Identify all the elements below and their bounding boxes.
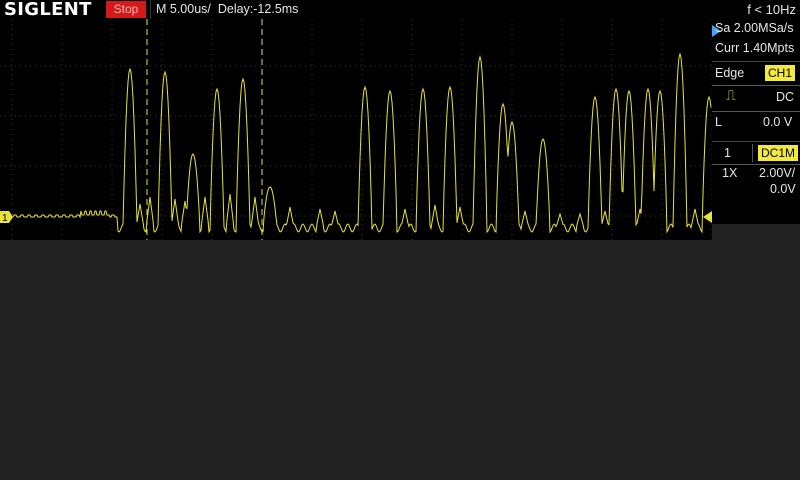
run-stop-indicator[interactable]: Stop <box>106 1 146 18</box>
timebase-value: M 5.00us/ <box>156 2 211 16</box>
top-status-bar: SIGLENT Stop M 5.00us/ Delay:-12.5ms f <… <box>0 0 800 19</box>
right-info-panel: Sa 2.00MSa/s Curr 1.40Mpts Edge CH1 ⎍ DC… <box>712 19 800 224</box>
ch1-marker-label: 1 <box>2 213 8 224</box>
trigger-level-marker <box>703 211 712 223</box>
probe-attenuation: 1X <box>722 166 738 180</box>
trigger-mode: L <box>715 115 722 129</box>
trigger-frequency-readout: f < 10Hz <box>747 2 796 17</box>
ch1-trace <box>0 52 712 234</box>
trigger-type: Edge <box>715 66 745 80</box>
rising-edge-icon: ⎍ <box>726 87 736 103</box>
vertical-offset: 0.0V <box>770 182 796 196</box>
trigger-panel[interactable]: Edge CH1 ⎍ DC L 0.0 V <box>712 61 800 138</box>
memory-depth: Curr 1.40Mpts <box>715 41 795 55</box>
sample-rate: Sa 2.00MSa/s <box>715 21 794 35</box>
delay-value: Delay:-12.5ms <box>217 2 299 16</box>
channel-coupling-badge: DC1M <box>758 145 799 161</box>
waveform-display[interactable]: 1 <box>0 19 712 240</box>
vertical-scale: 2.00V/ <box>759 166 796 180</box>
channel-number: 1 <box>724 146 731 160</box>
graticule-grid <box>0 19 712 240</box>
timebase-readout[interactable]: M 5.00us/ Delay:-12.5ms <box>156 0 298 19</box>
trigger-level: 0.0 V <box>763 115 793 129</box>
trigger-coupling: DC <box>776 90 795 104</box>
trigger-source-badge: CH1 <box>765 65 796 81</box>
channel1-panel[interactable]: 1 DC1M 1X 2.00V/ 0.0V <box>712 141 800 224</box>
waveform-svg: 1 <box>0 19 712 240</box>
divider <box>150 0 151 19</box>
siglent-logo: SIGLENT <box>4 0 92 20</box>
